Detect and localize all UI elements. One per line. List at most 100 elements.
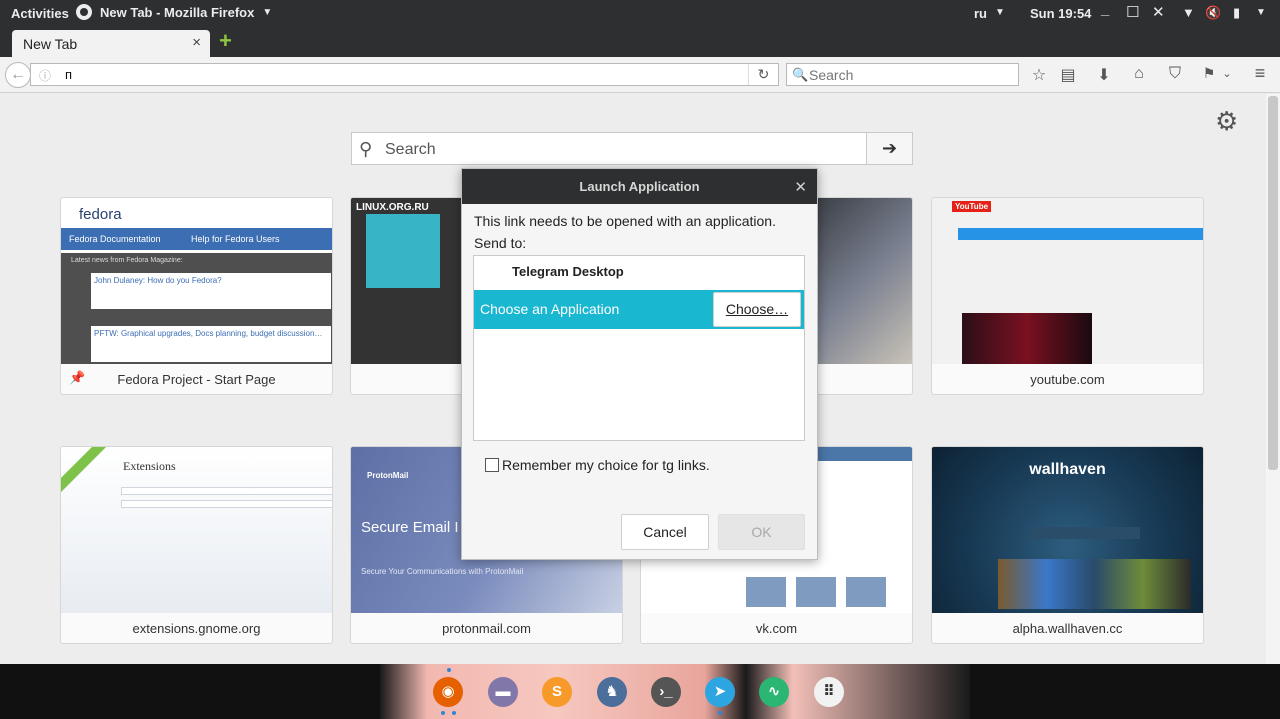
tab-strip: New Tab × + <box>0 27 1280 57</box>
files-icon[interactable]: ▬ <box>488 677 518 707</box>
new-tab-plus-icon[interactable]: + <box>219 30 232 52</box>
keyboard-layout-indicator[interactable]: ru <box>974 6 987 21</box>
app-item-telegram[interactable]: Telegram Desktop <box>474 256 804 288</box>
dock: ◉ ▬ S ♞ ›_ ➤ ∿ ⠿ <box>0 664 1280 719</box>
app-grid-icon[interactable]: ⠿ <box>814 677 844 707</box>
tile-thumbnail: fedora Fedora Documentation Help for Fed… <box>61 198 332 364</box>
chevron-down-icon[interactable]: ▼ <box>1256 7 1266 18</box>
page-search-placeholder[interactable]: Search <box>385 141 436 159</box>
tile-gnome-extensions[interactable]: Extensions extensions.gnome.org <box>60 446 333 644</box>
sublime-text-icon[interactable]: S <box>542 677 572 707</box>
terminal-icon[interactable]: ›_ <box>651 677 681 707</box>
remember-label[interactable]: Remember my choice for tg links. <box>502 457 710 473</box>
application-list[interactable]: Telegram Desktop Choose an Application C… <box>473 255 805 441</box>
linux-banner <box>366 214 440 288</box>
choose-button[interactable]: Choose… <box>713 292 801 327</box>
protonmail-subtitle: Secure Your Communications with ProtonMa… <box>361 567 524 576</box>
maximize-icon[interactable]: ☐ <box>1126 3 1139 21</box>
app-item-choose-application[interactable]: Choose an Application Choose… <box>474 290 804 329</box>
fedora-post-title: PFTW: Graphical upgrades, Docs planning,… <box>94 329 323 338</box>
hamburger-menu-icon[interactable]: ≡ <box>1250 63 1270 84</box>
cancel-button[interactable]: Cancel <box>621 514 709 550</box>
tab-title: New Tab <box>23 36 78 52</box>
url-input[interactable]: п <box>65 67 72 82</box>
launch-application-dialog: Launch Application ✕ This link needs to … <box>461 168 818 560</box>
firefox-icon[interactable]: ◉ <box>433 677 463 707</box>
downloads-icon[interactable]: ⬇ <box>1094 65 1114 85</box>
tile-label: extensions.gnome.org <box>132 621 261 636</box>
activities-button[interactable]: Activities <box>11 6 69 21</box>
telegram-icon[interactable]: ➤ <box>705 677 735 707</box>
linux-header: LINUX.ORG.RU <box>356 202 429 213</box>
fedora-news-heading: Latest news from Fedora Magazine: <box>71 257 183 264</box>
tile-youtube[interactable]: YouTube youtube.com <box>931 197 1204 395</box>
pocket-shield-icon[interactable]: ⛉ <box>1165 65 1185 83</box>
gear-icon[interactable]: ⚙ <box>1215 106 1238 136</box>
close-tab-icon[interactable]: × <box>192 34 201 51</box>
remember-checkbox[interactable] <box>485 458 499 472</box>
protonmail-logo: ProtonMail <box>367 471 409 480</box>
scrollbar-thumb[interactable] <box>1268 96 1278 470</box>
navigation-toolbar: ← ⓘ п ↻ 🔍 ☆ ▤ ⬇ ⌂ ⛉ ⚑ ⌄ ≡ <box>0 57 1280 93</box>
chevron-down-icon[interactable]: ⌄ <box>1217 67 1237 80</box>
dialog-title: Launch Application <box>579 179 700 194</box>
search-icon: ⚲ <box>359 139 373 159</box>
system-monitor-icon[interactable]: ∿ <box>759 677 789 707</box>
tile-label: protonmail.com <box>442 621 531 636</box>
extensions-row <box>121 500 332 508</box>
running-indicator <box>441 711 445 715</box>
youtube-banner <box>958 228 1203 240</box>
app-menu-title: New Tab - Mozilla Firefox <box>100 4 255 20</box>
wallhaven-search <box>1030 527 1140 539</box>
app-menu[interactable]: New Tab - Mozilla Firefox ▼ <box>76 4 272 20</box>
page-search-box[interactable]: ⚲ Search ➔ <box>351 132 913 165</box>
fedora-logo: fedora <box>79 206 122 223</box>
running-indicator <box>718 711 722 715</box>
close-icon[interactable]: ✕ <box>794 178 807 196</box>
fedora-nav: Fedora Documentation Help for Fedora Use… <box>61 228 332 250</box>
search-icon: 🔍 <box>792 67 809 82</box>
minimize-icon[interactable]: _ <box>1101 1 1109 18</box>
chevron-down-icon[interactable]: ▼ <box>995 7 1005 18</box>
url-bar[interactable]: ⓘ п ↻ <box>30 63 779 86</box>
tile-label: youtube.com <box>1030 372 1105 387</box>
choose-application-label: Choose an Application <box>480 301 620 317</box>
info-icon[interactable]: ⓘ <box>39 67 51 84</box>
wifi-icon[interactable]: ▼ <box>1182 5 1195 20</box>
toolbar-search-input[interactable] <box>809 66 1009 83</box>
reload-icon[interactable]: ↻ <box>748 64 778 85</box>
bookmark-star-icon[interactable]: ☆ <box>1029 65 1049 85</box>
tile-fedora[interactable]: fedora Fedora Documentation Help for Fed… <box>60 197 333 395</box>
toolbar-search-box[interactable]: 🔍 <box>786 63 1019 86</box>
search-go-arrow-icon[interactable]: ➔ <box>866 133 912 164</box>
youtube-video-thumb <box>962 313 1092 364</box>
tile-label: vk.com <box>755 621 798 636</box>
tile-thumbnail: YouTube <box>932 198 1203 364</box>
chevron-down-icon: ▼ <box>262 6 273 18</box>
reading-list-icon[interactable]: ▤ <box>1058 65 1078 85</box>
tile-label: Fedora Project - Start Page <box>117 372 276 387</box>
vk-photos <box>746 577 896 607</box>
wallhaven-gallery <box>998 559 1191 609</box>
clock[interactable]: Sun 19:54 <box>1030 6 1091 21</box>
remember-choice[interactable]: Remember my choice for tg links. <box>485 457 710 473</box>
app-item-label: Telegram Desktop <box>512 264 624 279</box>
gnome-top-bar: Activities New Tab - Mozilla Firefox ▼ r… <box>0 0 1280 27</box>
tab-new-tab[interactable]: New Tab × <box>12 30 210 57</box>
extension-icon[interactable]: ⚑ <box>1199 65 1219 82</box>
back-arrow-icon[interactable]: ← <box>5 62 31 88</box>
dialog-header: Launch Application ✕ <box>462 169 817 204</box>
close-window-icon[interactable]: ✕ <box>1152 3 1165 21</box>
volume-muted-icon[interactable]: 🔇 <box>1205 5 1221 21</box>
database-icon[interactable]: ♞ <box>597 677 627 707</box>
tile-thumbnail: wallhaven <box>932 447 1203 613</box>
fedora-nav-item: Fedora Documentation <box>69 234 161 244</box>
fedora-nav-item: Help for Fedora Users <box>191 234 280 244</box>
tile-thumbnail: Extensions <box>61 447 332 613</box>
tile-wallhaven[interactable]: wallhaven alpha.wallhaven.cc <box>931 446 1204 644</box>
beta-ribbon <box>61 447 111 493</box>
battery-icon[interactable]: ▮ <box>1233 5 1240 21</box>
home-icon[interactable]: ⌂ <box>1129 65 1149 83</box>
ok-button[interactable]: OK <box>718 514 805 550</box>
wallhaven-logo: wallhaven <box>1029 461 1106 478</box>
